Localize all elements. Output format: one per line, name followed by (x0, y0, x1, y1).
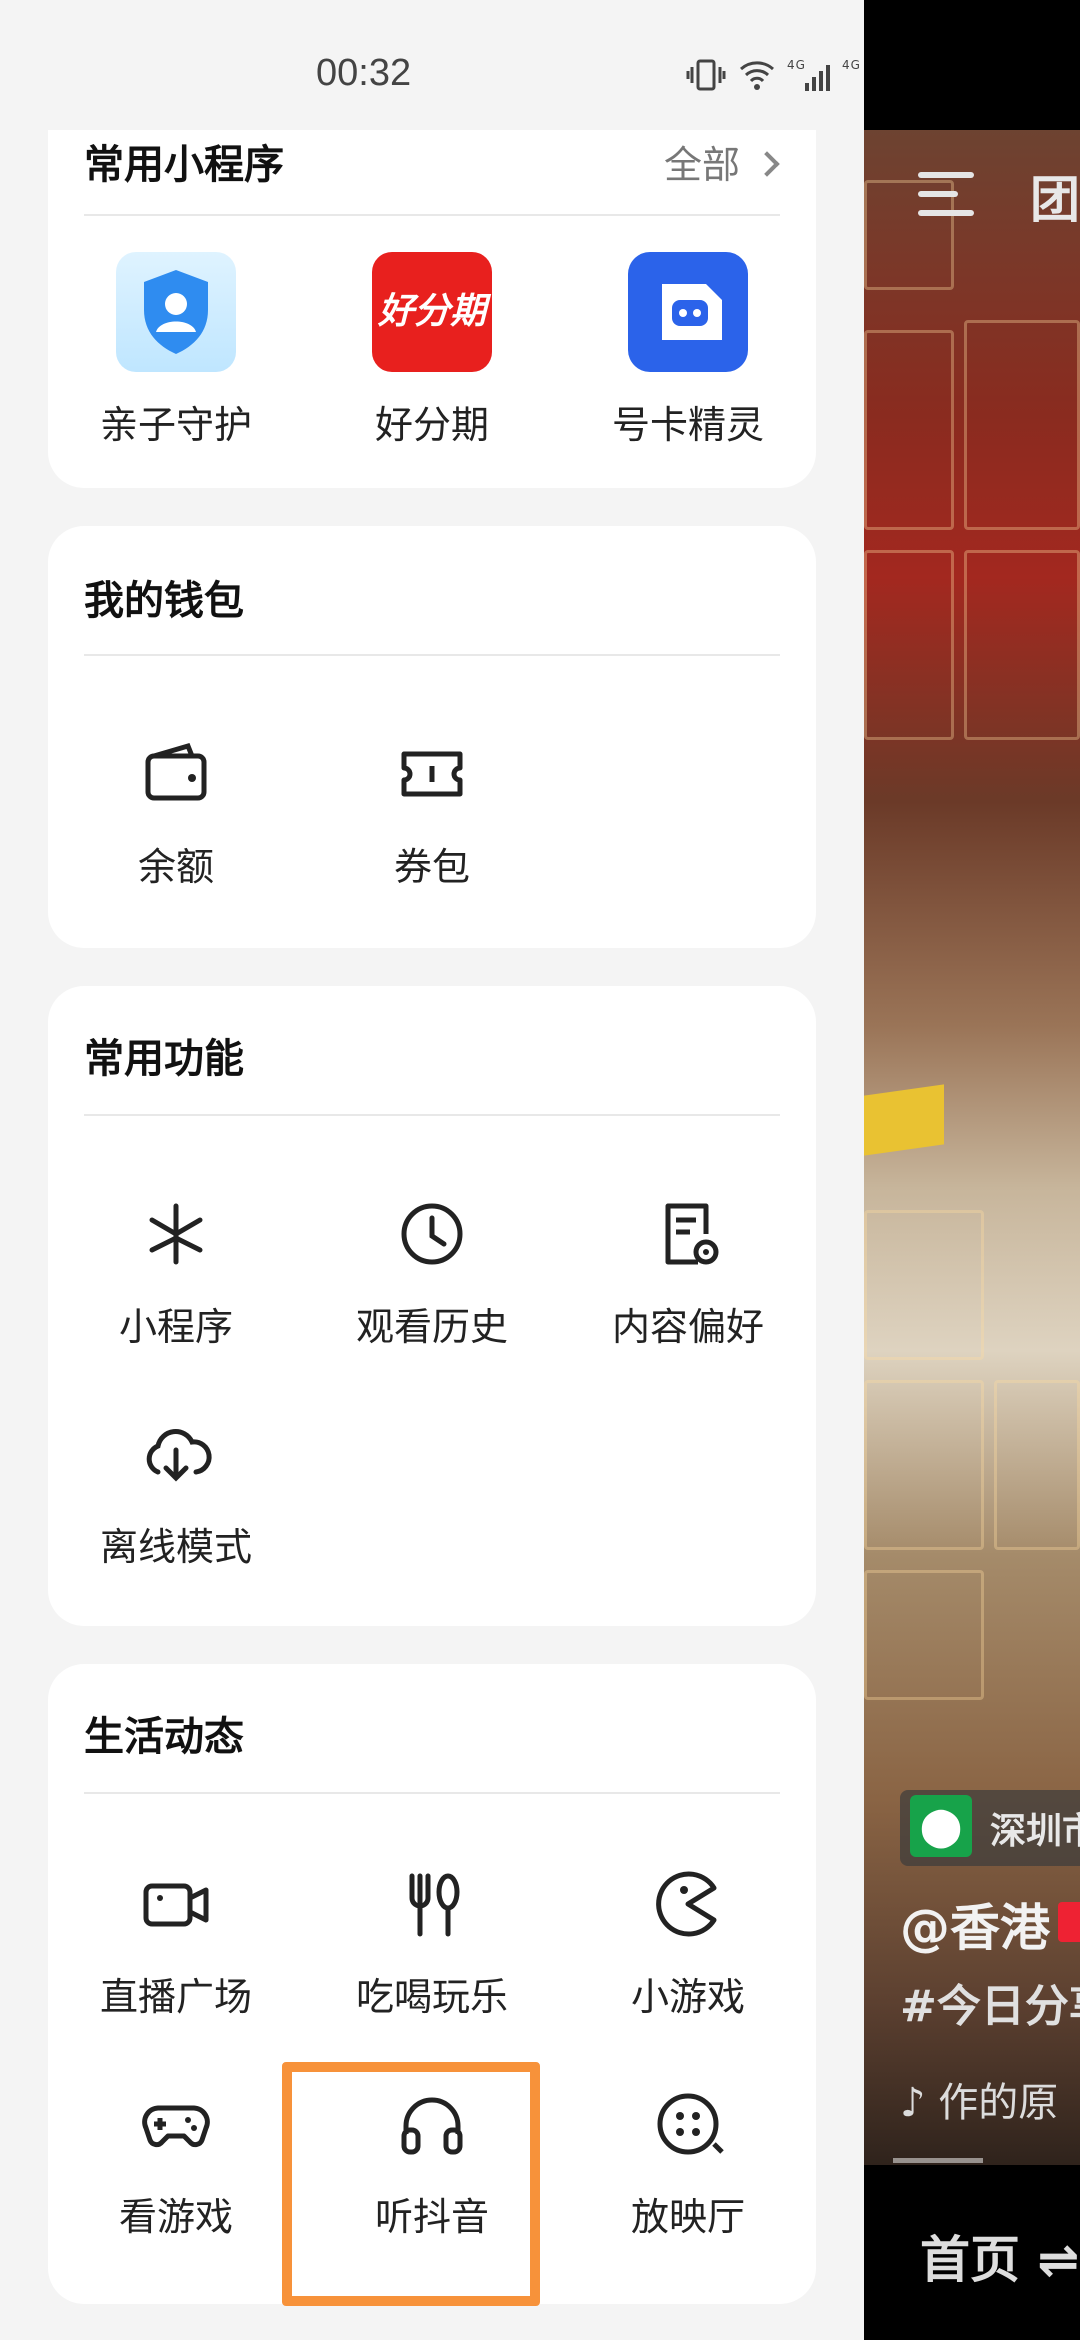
life-label: 看游戏 (118, 2195, 233, 2239)
mini-programs-title: 常用小程序 (84, 142, 284, 188)
video-progress[interactable] (893, 2158, 983, 2163)
doc-settings-icon (648, 1194, 728, 1274)
wallet-balance[interactable]: 余额 (48, 734, 304, 891)
shelf-box (864, 330, 954, 530)
shelf-box (864, 550, 954, 740)
mini-program-haoka[interactable]: 号卡精灵 (560, 252, 816, 449)
mini-program-label: 号卡精灵 (611, 403, 764, 447)
feature-preference[interactable]: 内容偏好 (560, 1194, 816, 1351)
shelf-box (964, 320, 1080, 530)
life-label: 小游戏 (630, 1975, 745, 2019)
vibrate-icon (686, 59, 726, 90)
shelf-box (864, 1570, 984, 1700)
location-text: 深圳市 (990, 1811, 1080, 1852)
mini-program-haofenqi[interactable]: 好分期 好分期 (304, 252, 560, 449)
status-icons: 4G 4G (686, 56, 864, 93)
shelf-box (864, 1380, 984, 1550)
life-label: 吃喝玩乐 (355, 1975, 508, 2019)
yellow-strip (864, 1084, 944, 1156)
divider (84, 214, 780, 216)
video-hashtag[interactable]: #今日分享 (900, 1970, 1080, 2034)
features-title: 常用功能 (84, 1036, 244, 1082)
features-card: 常用功能 小程序 观看历史 内容偏好 离线模式 (48, 986, 816, 1626)
ticket-icon (392, 734, 472, 814)
author-tag-icon (1058, 1902, 1080, 1942)
wifi-icon (739, 60, 774, 90)
wallet-card: 我的钱包 余额 券包 (48, 526, 816, 948)
clock-icon (392, 1194, 472, 1274)
bottom-tab-home[interactable]: 首页 ⇌ (920, 2220, 1079, 2292)
pacman-icon (648, 1864, 728, 1944)
life-label: 直播广场 (99, 1975, 252, 2019)
mini-programs-more[interactable]: 全部 (663, 134, 780, 189)
mini-programs-card: 常用小程序 全部 亲子守护 好分期 好分期 号卡精灵 (48, 80, 816, 488)
svg-text:4G: 4G (842, 58, 861, 72)
shield-user-icon (116, 252, 236, 372)
wallet-label: 余额 (137, 845, 214, 889)
life-food-fun[interactable]: 吃喝玩乐 (304, 1864, 560, 2021)
video-camera-icon (136, 1864, 216, 1944)
status-time: 00:32 (316, 52, 412, 94)
feature-mini-program[interactable]: 小程序 (48, 1194, 304, 1351)
wallet-label: 券包 (393, 845, 470, 889)
signal-icon: 4G (787, 58, 831, 91)
wallet-coupons[interactable]: 券包 (304, 734, 560, 891)
life-title: 生活动态 (84, 1714, 244, 1760)
mini-program-qinzi[interactable]: 亲子守护 (48, 252, 304, 449)
life-cinema[interactable]: 放映厅 (560, 2084, 816, 2241)
wallet-icon (136, 734, 216, 814)
divider (84, 1792, 780, 1794)
menu-icon[interactable] (918, 172, 974, 216)
status-bar: 00:32 4G 4G (0, 0, 864, 130)
asterisk-icon (136, 1194, 216, 1274)
feature-label: 观看历史 (355, 1305, 508, 1349)
life-label: 放映厅 (630, 2195, 745, 2239)
gamepad-icon (136, 2084, 216, 2164)
chevron-right-icon (754, 150, 780, 177)
video-music[interactable]: ♪ 作的原 (900, 2070, 1058, 2128)
cloud-download-icon (136, 1414, 216, 1494)
robot-card-icon (628, 252, 748, 372)
film-reel-icon (648, 2084, 728, 2164)
divider (84, 654, 780, 656)
highlight-box (282, 2062, 540, 2306)
location-pin-icon: ⬤ (910, 1795, 972, 1857)
top-tab-label[interactable]: 团 (1030, 160, 1080, 232)
side-drawer: 00:32 4G 4G 常用小程序 全部 亲子守护 好分期 好分期 号卡精灵 我… (0, 0, 864, 2340)
feature-history[interactable]: 观看历史 (304, 1194, 560, 1351)
divider (84, 1114, 780, 1116)
life-live-square[interactable]: 直播广场 (48, 1864, 304, 2021)
shelf-box (964, 550, 1080, 740)
fork-spoon-icon (392, 1864, 472, 1944)
mini-program-label: 好分期 (374, 403, 489, 447)
wallet-title: 我的钱包 (84, 578, 244, 624)
haofenqi-logo: 好分期 (372, 252, 492, 372)
shelf-box (864, 1210, 984, 1360)
life-mini-games[interactable]: 小游戏 (560, 1864, 816, 2021)
feature-offline[interactable]: 离线模式 (48, 1414, 304, 1571)
feature-label: 内容偏好 (611, 1305, 764, 1349)
mini-program-label: 亲子守护 (99, 403, 252, 447)
video-author[interactable]: @香港 (900, 1888, 1050, 1960)
more-label: 全部 (663, 143, 740, 187)
signal-icon-2: 4G (842, 58, 861, 72)
shelf-box (994, 1380, 1080, 1550)
svg-text:4G: 4G (787, 58, 806, 72)
life-watch-games[interactable]: 看游戏 (48, 2084, 304, 2241)
feature-label: 小程序 (118, 1305, 233, 1349)
feature-label: 离线模式 (99, 1525, 252, 1569)
